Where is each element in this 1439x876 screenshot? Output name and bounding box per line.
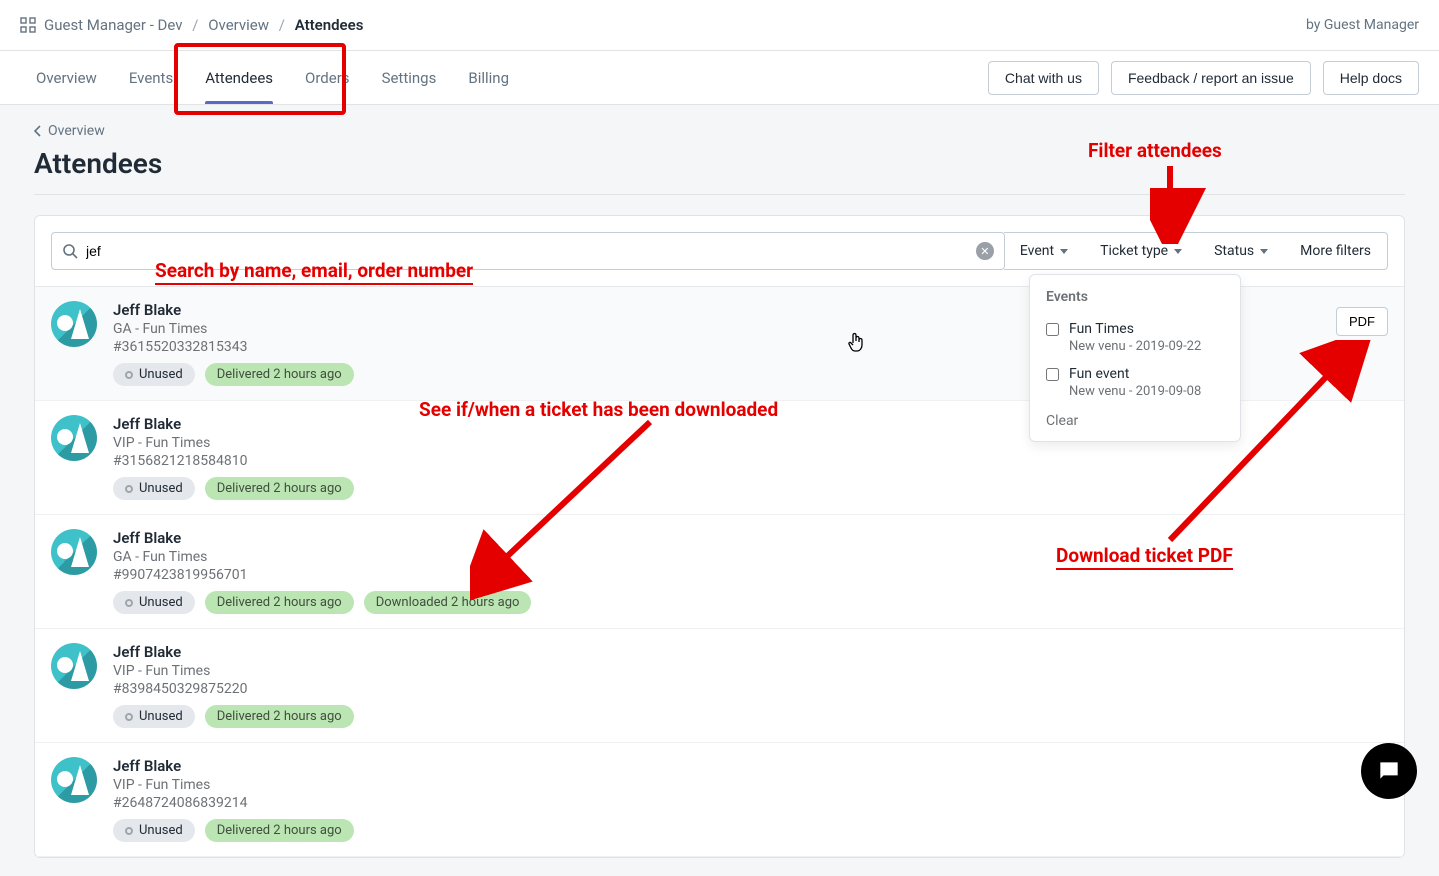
nav-tab-settings[interactable]: Settings xyxy=(366,51,453,104)
byline: by Guest Manager xyxy=(1306,17,1419,33)
dropdown-checkbox[interactable] xyxy=(1046,368,1059,381)
search-icon xyxy=(62,243,78,259)
attendee-ticket: VIP - Fun Times xyxy=(113,663,1388,679)
delivered-badge: Delivered 2 hours ago xyxy=(205,477,354,500)
chat-icon xyxy=(1376,758,1402,784)
filter-more[interactable]: More filters xyxy=(1284,232,1388,270)
attendee-name: Jeff Blake xyxy=(113,643,1388,661)
page-title: Attendees xyxy=(34,147,1405,180)
nav-tab-billing[interactable]: Billing xyxy=(452,51,525,104)
unused-badge: Unused xyxy=(113,477,195,500)
attendee-order: #3156821218584810 xyxy=(113,453,1388,469)
delivered-badge: Delivered 2 hours ago xyxy=(205,591,354,614)
main-nav: OverviewEventsAttendeesOrdersSettingsBil… xyxy=(0,51,1439,105)
chevron-down-icon xyxy=(1260,249,1268,254)
pdf-button[interactable]: PDF xyxy=(1336,307,1388,336)
delivered-badge: Delivered 2 hours ago xyxy=(205,819,354,842)
breadcrumb-section[interactable]: Overview xyxy=(208,16,269,34)
search-input[interactable] xyxy=(78,243,976,259)
attendee-ticket: GA - Fun Times xyxy=(113,549,1388,565)
attendee-name: Jeff Blake xyxy=(113,529,1388,547)
feedback-button[interactable]: Feedback / report an issue xyxy=(1111,61,1311,95)
dropdown-item[interactable]: Fun Times New venu - 2019-09-22 xyxy=(1046,315,1224,360)
avatar xyxy=(51,643,97,689)
cursor-icon xyxy=(847,332,865,358)
back-link-label: Overview xyxy=(48,123,105,139)
event-filter-dropdown: Events Fun Times New venu - 2019-09-22 F… xyxy=(1029,274,1241,442)
nav-tab-orders[interactable]: Orders xyxy=(289,51,366,104)
chevron-down-icon xyxy=(1060,249,1068,254)
avatar xyxy=(51,415,97,461)
attendee-ticket: VIP - Fun Times xyxy=(113,777,1388,793)
chat-button[interactable]: Chat with us xyxy=(988,61,1099,95)
dropdown-item[interactable]: Fun event New venu - 2019-09-08 xyxy=(1046,360,1224,405)
unused-badge: Unused xyxy=(113,591,195,614)
filter-event[interactable]: Event xyxy=(1004,232,1085,270)
delivered-badge: Delivered 2 hours ago xyxy=(205,363,354,386)
attendee-order: #2648724086839214 xyxy=(113,795,1388,811)
avatar xyxy=(51,301,97,347)
back-link[interactable]: Overview xyxy=(34,123,1405,139)
breadcrumb: Guest Manager - Dev / Overview / Attende… xyxy=(44,16,363,34)
attendee-order: #9907423819956701 xyxy=(113,567,1388,583)
search-field[interactable]: ✕ xyxy=(51,232,1005,270)
unused-badge: Unused xyxy=(113,363,195,386)
filter-status[interactable]: Status xyxy=(1198,232,1285,270)
dropdown-checkbox[interactable] xyxy=(1046,323,1059,336)
attendee-name: Jeff Blake xyxy=(113,757,1388,775)
delivered-badge: Delivered 2 hours ago xyxy=(205,705,354,728)
attendee-row[interactable]: Jeff Blake VIP - Fun Times #839845032987… xyxy=(35,629,1404,743)
title-divider xyxy=(34,194,1405,195)
nav-tab-events[interactable]: Events xyxy=(113,51,189,104)
nav-tab-overview[interactable]: Overview xyxy=(20,51,113,104)
unused-badge: Unused xyxy=(113,819,195,842)
avatar xyxy=(51,757,97,803)
chevron-left-icon xyxy=(34,125,42,137)
breadcrumb-app[interactable]: Guest Manager - Dev xyxy=(44,16,183,34)
dropdown-title: Events xyxy=(1046,289,1224,305)
filter-ticket-type[interactable]: Ticket type xyxy=(1084,232,1199,270)
breadcrumb-page: Attendees xyxy=(295,16,364,34)
avatar xyxy=(51,529,97,575)
downloaded-badge: Downloaded 2 hours ago xyxy=(364,591,532,614)
intercom-launcher[interactable] xyxy=(1361,743,1417,799)
dropdown-clear[interactable]: Clear xyxy=(1046,405,1224,429)
attendee-row[interactable]: Jeff Blake GA - Fun Times #9907423819956… xyxy=(35,515,1404,629)
chevron-down-icon xyxy=(1174,249,1182,254)
help-docs-button[interactable]: Help docs xyxy=(1323,61,1419,95)
clear-search-icon[interactable]: ✕ xyxy=(976,242,994,260)
attendees-card: ✕ Event Ticket type Status More filters … xyxy=(34,215,1405,858)
apps-icon xyxy=(20,17,36,33)
topbar: Guest Manager - Dev / Overview / Attende… xyxy=(0,0,1439,51)
unused-badge: Unused xyxy=(113,705,195,728)
attendee-row[interactable]: Jeff Blake VIP - Fun Times #264872408683… xyxy=(35,743,1404,857)
attendee-order: #8398450329875220 xyxy=(113,681,1388,697)
nav-tab-attendees[interactable]: Attendees xyxy=(189,51,289,104)
content: Overview Attendees ✕ Event Ticket type S… xyxy=(0,105,1439,876)
